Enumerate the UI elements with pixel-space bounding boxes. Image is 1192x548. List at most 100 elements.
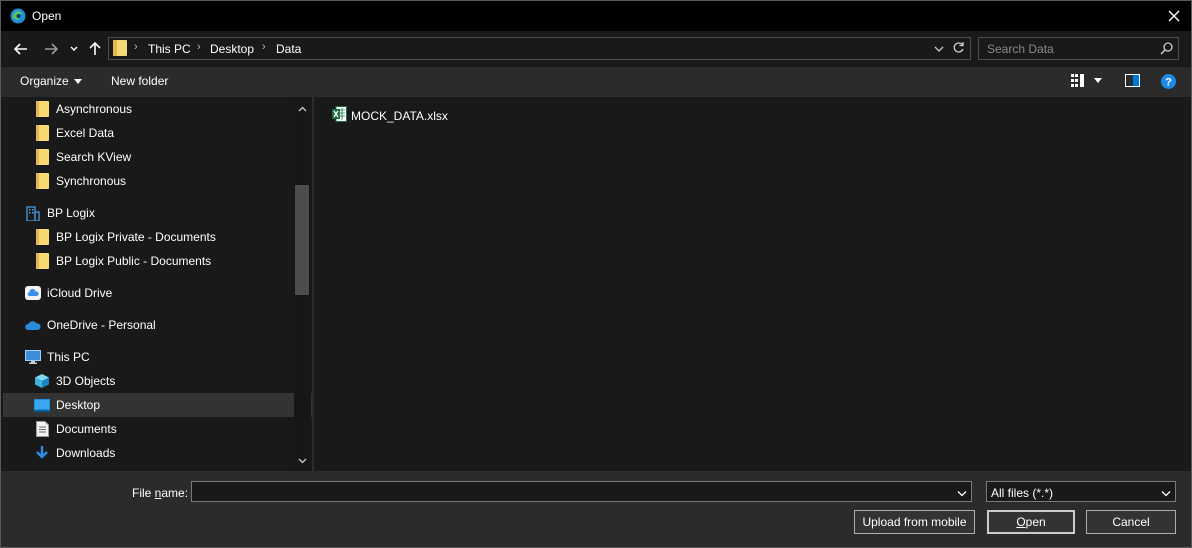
recent-locations-button[interactable] (67, 39, 81, 59)
breadcrumb-desktop[interactable]: Desktop (210, 42, 254, 56)
nav-item-label: BP Logix Private - Documents (56, 230, 216, 244)
organize-button[interactable]: Organize (20, 74, 82, 88)
nav-item-search-kview[interactable]: Search KView (3, 145, 312, 169)
downloads-icon (34, 445, 50, 461)
folder-icon (34, 253, 50, 269)
open-dialog: Open › This PC › Desktop › Data Search D… (0, 0, 1192, 548)
navigation-pane: Asynchronous Excel Data Search KView Syn… (1, 97, 312, 471)
new-folder-button[interactable]: New folder (111, 74, 168, 88)
nav-item-asynchronous[interactable]: Asynchronous (3, 97, 312, 121)
nav-item-label: Synchronous (56, 174, 127, 188)
back-button[interactable] (11, 39, 31, 59)
title-bar: Open (1, 1, 1191, 31)
file-type-dropdown-button[interactable] (1161, 486, 1171, 500)
nav-item-label: 3D Objects (56, 374, 116, 388)
upload-from-mobile-button[interactable]: Upload from mobile (854, 510, 975, 534)
close-icon (1168, 10, 1180, 22)
nav-item-downloads[interactable]: Downloads (3, 441, 312, 465)
file-name-label-text: ame: (161, 486, 189, 500)
preview-pane-button[interactable] (1125, 74, 1140, 87)
nav-item-label: Desktop (56, 398, 101, 412)
file-item-mock-data[interactable]: MOCK_DATA.xlsx (332, 106, 448, 125)
folder-icon (34, 149, 50, 165)
onedrive-icon (25, 317, 41, 333)
file-name-label: File name: (132, 486, 188, 500)
chevron-down-icon (934, 46, 944, 52)
bottom-pane: File name: All files (*.*) Upload from m… (1, 471, 1191, 547)
breadcrumb-this-pc[interactable]: This PC (148, 42, 191, 56)
scrollbar-thumb[interactable] (295, 185, 309, 295)
documents-icon (34, 421, 50, 437)
navigation-bar: › This PC › Desktop › Data Search Data (1, 31, 1191, 67)
file-type-value: All files (*.*) (991, 486, 1054, 500)
nav-item-bp-logix-public[interactable]: BP Logix Public - Documents (3, 249, 312, 273)
search-icon[interactable] (1160, 42, 1173, 58)
icloud-icon (25, 285, 41, 301)
chevron-down-icon (1161, 491, 1171, 497)
edge-browser-icon (10, 8, 26, 24)
desktop-icon (34, 397, 50, 413)
open-label-accel: O (1016, 515, 1026, 529)
file-name-label-text: File (132, 486, 155, 500)
address-bar[interactable]: › This PC › Desktop › Data (108, 37, 971, 60)
refresh-button[interactable] (952, 41, 965, 57)
cancel-button[interactable]: Cancel (1086, 510, 1176, 534)
nav-item-label: Asynchronous (56, 102, 133, 116)
nav-item-label: BP Logix Public - Documents (56, 254, 212, 268)
nav-item-documents[interactable]: Documents (3, 417, 312, 441)
search-input[interactable]: Search Data (978, 37, 1179, 60)
nav-item-icloud-drive[interactable]: iCloud Drive (3, 281, 312, 305)
organize-label: Organize (20, 74, 69, 88)
change-view-button[interactable] (1071, 74, 1102, 87)
help-icon: ? (1161, 74, 1176, 89)
folder-icon (34, 125, 50, 141)
scroll-down-icon[interactable] (298, 453, 307, 467)
nav-item-label: iCloud Drive (47, 286, 113, 300)
nav-item-desktop[interactable]: Desktop (3, 393, 312, 417)
nav-item-bp-logix[interactable]: BP Logix (3, 201, 312, 225)
excel-file-icon (332, 106, 347, 125)
file-name-input[interactable] (191, 481, 972, 502)
search-placeholder: Search Data (987, 42, 1054, 56)
nav-item-3d-objects[interactable]: 3D Objects (3, 369, 312, 393)
arrow-right-icon (45, 43, 58, 55)
caret-down-icon (73, 78, 82, 84)
address-dropdown-button[interactable] (934, 42, 944, 56)
nav-item-bp-logix-private[interactable]: BP Logix Private - Documents (3, 225, 312, 249)
nav-item-label: Excel Data (56, 126, 115, 140)
nav-item-synchronous[interactable]: Synchronous (3, 169, 312, 193)
nav-item-label: Search KView (56, 150, 132, 164)
chevron-down-icon (70, 46, 78, 51)
nav-item-label: Documents (56, 422, 117, 436)
scroll-up-icon[interactable] (298, 101, 307, 115)
computer-icon (25, 349, 41, 365)
chevron-right-icon: › (197, 41, 201, 53)
folder-icon (34, 173, 50, 189)
svg-text:?: ? (1165, 77, 1172, 89)
building-icon (25, 205, 41, 221)
nav-item-label: Downloads (56, 446, 116, 460)
nav-item-onedrive[interactable]: OneDrive - Personal (3, 313, 312, 337)
up-button[interactable] (87, 39, 103, 59)
file-name-dropdown-button[interactable] (957, 486, 967, 500)
window-title: Open (32, 9, 62, 23)
file-list: MOCK_DATA.xlsx (314, 97, 1191, 471)
open-label-text: pen (1025, 515, 1046, 529)
navigation-scrollbar[interactable] (294, 97, 311, 471)
breadcrumb-data[interactable]: Data (276, 42, 301, 56)
nav-item-excel-data[interactable]: Excel Data (3, 121, 312, 145)
caret-down-icon (1094, 78, 1102, 83)
folder-icon (34, 229, 50, 245)
command-bar: Organize New folder ? (1, 67, 1191, 97)
nav-item-label: BP Logix (47, 206, 95, 220)
details-view-icon (1071, 74, 1084, 87)
nav-item-label: OneDrive - Personal (47, 318, 156, 332)
forward-button[interactable] (41, 39, 61, 59)
open-button[interactable]: Open (987, 510, 1075, 534)
nav-item-this-pc[interactable]: This PC (3, 345, 312, 369)
help-button[interactable]: ? (1161, 74, 1176, 89)
close-button[interactable] (1157, 1, 1191, 31)
file-type-select[interactable]: All files (*.*) (986, 481, 1176, 502)
chevron-right-icon: › (134, 41, 138, 53)
chevron-down-icon (957, 491, 967, 497)
